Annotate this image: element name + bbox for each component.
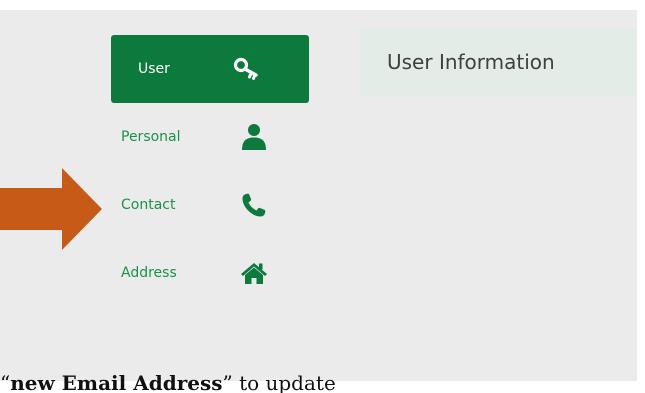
sidebar-item-label: User [138,61,170,77]
arrow-right-icon [0,168,102,250]
sidebar-item-address[interactable]: Address [111,239,309,307]
caption-open-quote: “ [0,371,11,393]
sidebar-item-label: Contact [121,197,176,213]
caption-rest-text: ” to update [222,371,336,393]
key-icon [233,54,263,84]
sidebar-item-label: Address [121,265,177,281]
home-icon [239,258,269,288]
sidebar-nav: User Personal Contact Address [111,35,309,307]
sidebar-item-user[interactable]: User [111,35,309,103]
caption-bold-text: new Email Address [10,371,223,393]
content-header: User Information [360,28,637,96]
phone-icon [239,190,269,220]
sidebar-item-contact[interactable]: Contact [111,171,309,239]
caption-text: “new Email Address” to update [0,362,645,393]
sidebar-item-label: Personal [121,129,181,145]
page-title: User Information [387,50,555,74]
user-icon [239,122,269,152]
sidebar-item-personal[interactable]: Personal [111,103,309,171]
